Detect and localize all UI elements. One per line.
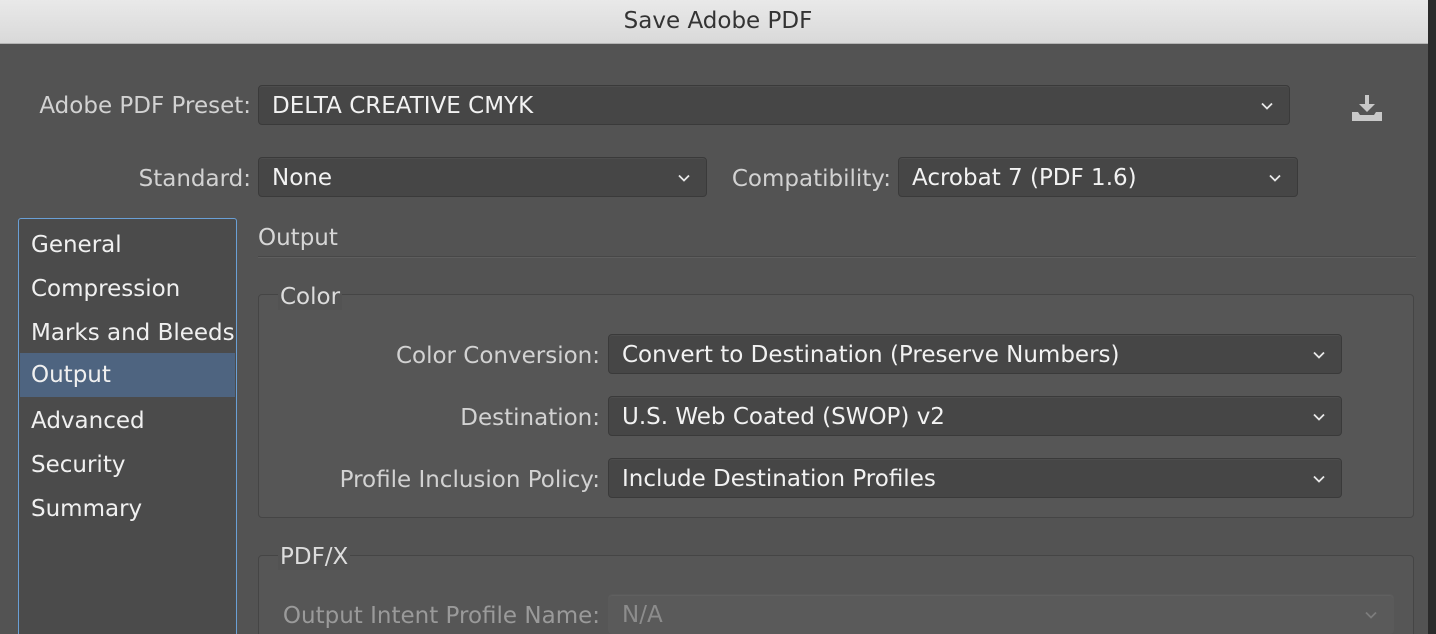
chevron-down-icon	[678, 174, 690, 182]
chevron-down-icon	[1313, 413, 1325, 421]
destination-dropdown[interactable]: U.S. Web Coated (SWOP) v2	[608, 396, 1342, 436]
pdfx-group-title: PDF/X	[278, 544, 351, 570]
sidebar-item-label: Security	[31, 452, 126, 478]
compatibility-label: Compatibility:	[731, 166, 891, 192]
preset-label: Adobe PDF Preset:	[39, 93, 251, 119]
sidebar-item-label: General	[31, 232, 122, 258]
save-adobe-pdf-dialog: Save Adobe PDF Adobe PDF Preset: DELTA C…	[0, 0, 1436, 634]
sidebar-item-label: Marks and Bleeds	[31, 320, 235, 346]
output-intent-label: Output Intent Profile Name:	[282, 603, 600, 629]
preset-value: DELTA CREATIVE CMYK	[272, 93, 534, 119]
destination-label: Destination:	[460, 405, 600, 431]
window-right-edge	[1428, 0, 1436, 634]
color-conversion-value: Convert to Destination (Preserve Numbers…	[622, 342, 1120, 368]
download-tray-icon	[1352, 95, 1382, 121]
profile-policy-label: Profile Inclusion Policy:	[339, 467, 600, 493]
profile-policy-value: Include Destination Profiles	[622, 466, 936, 492]
sidebar-item-security[interactable]: Security	[20, 443, 235, 487]
window-title: Save Adobe PDF	[623, 8, 813, 34]
sidebar-item-marks-and-bleeds[interactable]: Marks and Bleeds	[20, 311, 235, 355]
profile-policy-dropdown[interactable]: Include Destination Profiles	[608, 458, 1342, 498]
output-intent-value: N/A	[622, 602, 663, 628]
chevron-down-icon	[1269, 174, 1281, 182]
color-group-title: Color	[278, 284, 343, 310]
chevron-down-icon	[1261, 102, 1273, 110]
color-conversion-dropdown[interactable]: Convert to Destination (Preserve Numbers…	[608, 334, 1342, 374]
sidebar-item-summary[interactable]: Summary	[20, 487, 235, 531]
preset-dropdown[interactable]: DELTA CREATIVE CMYK	[258, 85, 1290, 125]
destination-value: U.S. Web Coated (SWOP) v2	[622, 404, 945, 430]
sidebar-item-compression[interactable]: Compression	[20, 267, 235, 311]
sidebar-item-advanced[interactable]: Advanced	[20, 399, 235, 443]
sidebar-item-label: Compression	[31, 276, 181, 302]
color-conversion-label: Color Conversion:	[395, 343, 600, 369]
output-intent-dropdown[interactable]: N/A	[608, 594, 1394, 634]
sidebar-item-output[interactable]: Output	[20, 353, 235, 397]
chevron-down-icon	[1313, 351, 1325, 359]
panel-heading: Output	[258, 225, 338, 251]
chevron-down-icon	[1313, 475, 1325, 483]
compatibility-dropdown[interactable]: Acrobat 7 (PDF 1.6)	[898, 157, 1298, 197]
compatibility-value: Acrobat 7 (PDF 1.6)	[912, 165, 1137, 191]
sidebar-item-general[interactable]: General	[20, 223, 235, 267]
title-bar: Save Adobe PDF	[0, 0, 1436, 44]
standard-label: Standard:	[138, 166, 251, 192]
sidebar-item-label: Summary	[31, 496, 143, 522]
sidebar-item-label: Advanced	[31, 408, 145, 434]
heading-divider	[258, 256, 1416, 258]
standard-value: None	[272, 165, 333, 191]
sidebar-item-label: Output	[31, 362, 111, 388]
save-preset-button[interactable]	[1348, 90, 1386, 126]
standard-dropdown[interactable]: None	[258, 157, 707, 197]
category-list[interactable]: General Compression Marks and Bleeds Out…	[18, 218, 237, 634]
chevron-down-icon	[1365, 611, 1377, 619]
